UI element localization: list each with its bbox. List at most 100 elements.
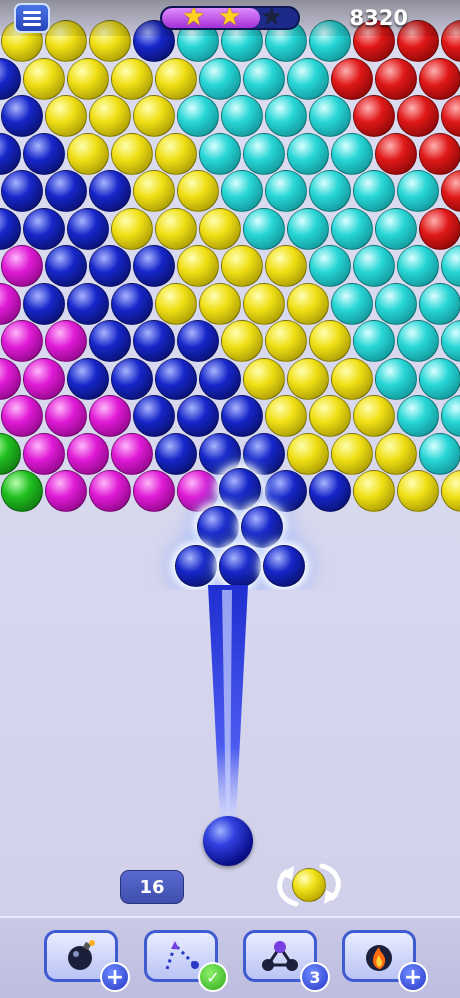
cyan-bubble	[221, 170, 263, 212]
cyan-bubble	[243, 132, 285, 175]
booster-bomb-add-badge[interactable]: +	[100, 962, 130, 992]
yellow-bubble	[309, 320, 351, 362]
blue-bubble	[221, 395, 263, 437]
booster-color-swap-count-badge: 3	[300, 962, 330, 992]
hamburger-menu-icon[interactable]	[14, 3, 50, 33]
matched-blue-bubble	[219, 468, 261, 510]
next-ball[interactable]	[292, 868, 326, 902]
magenta-bubble	[1, 245, 43, 287]
magenta-bubble	[0, 282, 21, 325]
cyan-bubble	[287, 207, 329, 250]
cyan-bubble	[309, 95, 351, 137]
star-icon: ★	[182, 6, 206, 30]
cyan-bubble	[331, 132, 373, 175]
blue-bubble	[111, 357, 153, 400]
star-icon: ★	[218, 6, 242, 30]
red-bubble	[419, 132, 460, 175]
booster-aim-guide-active-badge: ✓	[198, 962, 228, 992]
blue-bubble	[23, 282, 65, 325]
blue-bubble	[89, 170, 131, 212]
cyan-bubble	[397, 320, 439, 362]
blue-bubble	[133, 245, 175, 287]
cyan-bubble	[221, 95, 263, 137]
booster-fireball-add-badge[interactable]: +	[398, 962, 428, 992]
cyan-bubble	[353, 320, 395, 362]
yellow-bubble	[199, 282, 241, 325]
yellow-bubble	[353, 395, 395, 437]
red-bubble	[353, 95, 395, 137]
magenta-bubble	[0, 357, 21, 400]
star-progress-fill	[162, 8, 260, 28]
red-bubble	[375, 57, 417, 100]
blue-bubble	[243, 432, 285, 475]
bubble-board	[0, 0, 460, 590]
yellow-bubble	[287, 282, 329, 325]
cyan-bubble	[441, 245, 460, 287]
cyan-bubble	[199, 132, 241, 175]
magenta-bubble	[23, 357, 65, 400]
yellow-bubble	[441, 470, 460, 512]
yellow-bubble	[397, 470, 439, 512]
red-bubble	[375, 132, 417, 175]
booster-bar: + ✓ 3 +	[0, 916, 460, 998]
red-bubble	[397, 95, 439, 137]
blue-bubble	[1, 95, 43, 137]
yellow-bubble	[287, 357, 329, 400]
blue-bubble	[177, 320, 219, 362]
yellow-bubble	[155, 57, 197, 100]
cyan-bubble	[375, 207, 417, 250]
cyan-bubble	[199, 57, 241, 100]
yellow-bubble	[243, 357, 285, 400]
yellow-bubble	[155, 132, 197, 175]
top-hud-bar: ★ ★ ★ 8320	[0, 0, 460, 36]
cyan-bubble	[331, 207, 373, 250]
yellow-bubble	[23, 57, 65, 100]
shooter-ball[interactable]	[203, 816, 253, 866]
yellow-bubble	[243, 282, 285, 325]
magenta-bubble	[1, 320, 43, 362]
blue-bubble	[199, 357, 241, 400]
blue-bubble	[1, 170, 43, 212]
cyan-bubble	[331, 282, 373, 325]
blue-bubble	[0, 132, 21, 175]
yellow-bubble	[155, 207, 197, 250]
magenta-bubble	[45, 470, 87, 512]
magenta-bubble	[45, 320, 87, 362]
yellow-bubble	[331, 357, 373, 400]
cyan-bubble	[375, 357, 417, 400]
blue-bubble	[67, 207, 109, 250]
yellow-bubble	[133, 170, 175, 212]
red-bubble	[419, 57, 460, 100]
red-bubble	[331, 57, 373, 100]
matched-blue-bubble	[241, 506, 283, 548]
yellow-bubble	[309, 395, 351, 437]
blue-bubble	[67, 357, 109, 400]
star-progress-bar: ★ ★ ★	[160, 6, 300, 30]
matched-blue-bubble	[175, 545, 217, 587]
cyan-bubble	[441, 395, 460, 437]
matched-blue-bubble	[219, 545, 261, 587]
cyan-bubble	[353, 245, 395, 287]
cyan-bubble	[243, 57, 285, 100]
yellow-bubble	[265, 395, 307, 437]
blue-bubble	[177, 395, 219, 437]
matched-blue-bubble	[197, 506, 239, 548]
cyan-bubble	[309, 245, 351, 287]
matched-blue-bubble	[263, 545, 305, 587]
aim-guide-icon	[165, 941, 199, 970]
magenta-bubble	[111, 432, 153, 475]
cyan-bubble	[419, 282, 460, 325]
blue-bubble	[67, 282, 109, 325]
bomb-icon	[68, 940, 95, 970]
magenta-bubble	[45, 395, 87, 437]
cyan-bubble	[177, 95, 219, 137]
magenta-bubble	[89, 395, 131, 437]
blue-bubble	[155, 432, 197, 475]
yellow-bubble	[155, 282, 197, 325]
red-bubble	[419, 207, 460, 250]
blue-bubble	[23, 132, 65, 175]
blue-bubble	[265, 470, 307, 512]
cyan-bubble	[287, 57, 329, 100]
cyan-bubble	[397, 395, 439, 437]
blue-bubble	[0, 57, 21, 100]
